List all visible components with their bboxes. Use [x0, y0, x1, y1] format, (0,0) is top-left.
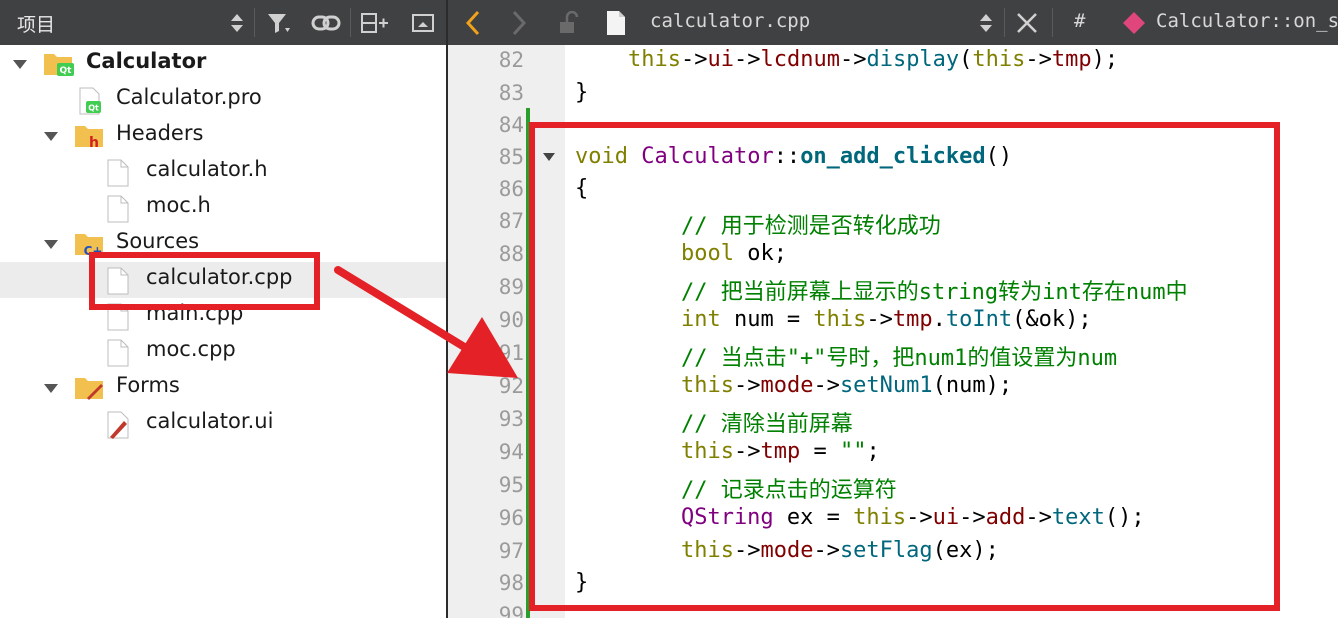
tree-item-forms[interactable]: Forms [0, 370, 446, 406]
svg-text:Qt: Qt [88, 104, 99, 113]
expand-arrow-icon[interactable] [13, 60, 27, 69]
code-text: } [575, 80, 589, 105]
line-number: 98 [498, 571, 524, 595]
line-number: 99 [498, 603, 524, 618]
expand-arrow-icon[interactable] [44, 240, 58, 249]
editor-toolbar: calculator.cpp # Calculator::on_su [448, 0, 1338, 45]
headers-folder-icon: h [74, 123, 106, 153]
tree-item-calculator-pro[interactable]: Qt Calculator.pro [0, 82, 446, 118]
tree-item-calculator-project[interactable]: Qt Calculator [0, 46, 446, 82]
toolbar-divider [1052, 8, 1053, 37]
project-pane-title: 项目 [17, 14, 56, 36]
sort-updown-icon[interactable] [226, 0, 248, 45]
qt-project-folder-icon: Qt [43, 51, 75, 81]
expand-arrow-icon[interactable] [44, 132, 58, 141]
lock-icon[interactable] [554, 0, 584, 45]
file-icon [602, 0, 630, 45]
line-number: 89 [498, 275, 524, 299]
forms-folder-icon [74, 375, 106, 405]
line-number: 91 [498, 341, 524, 365]
current-symbol[interactable]: Calculator::on_su [1156, 10, 1338, 32]
tree-item-label: Calculator [86, 49, 207, 73]
split-add-icon[interactable] [358, 0, 392, 45]
forward-arrow-icon[interactable] [506, 0, 532, 45]
line-number: 82 [498, 48, 524, 72]
code-text: this->ui->lcdnum->display(this->tmp); [575, 47, 1119, 72]
line-number: 87 [498, 209, 524, 233]
link-icon[interactable] [308, 0, 344, 45]
line-number: 92 [498, 374, 524, 398]
svg-text:h: h [89, 135, 99, 149]
back-arrow-icon[interactable] [460, 0, 486, 45]
line-number: 97 [498, 539, 524, 563]
expand-arrow-icon[interactable] [44, 384, 58, 393]
tree-item-label: Forms [116, 373, 180, 397]
file-icon [106, 195, 130, 227]
tree-item-label: calculator.ui [146, 409, 274, 433]
line-number: 85 [498, 145, 524, 169]
line-number: 83 [498, 81, 524, 105]
tree-item-calculator-h[interactable]: calculator.h [0, 154, 446, 190]
line-number: 96 [498, 506, 524, 530]
tree-item-headers[interactable]: h Headers [0, 118, 446, 154]
highlight-box-function [529, 122, 1280, 611]
project-toolbar: 项目 [0, 0, 446, 45]
line-number: 94 [498, 440, 524, 464]
expand-window-icon[interactable] [408, 0, 438, 45]
close-icon[interactable] [1014, 0, 1040, 45]
tree-item-label: calculator.h [146, 157, 268, 181]
code-line: 82 this->ui->lcdnum->display(this->tmp); [448, 45, 1338, 78]
filter-icon[interactable] [262, 0, 296, 45]
tree-item-moc-h[interactable]: moc.h [0, 190, 446, 226]
line-number: 86 [498, 177, 524, 201]
symbol-hash-label[interactable]: # [1074, 10, 1085, 32]
line-number: 93 [498, 407, 524, 431]
line-number: 88 [498, 242, 524, 266]
code-line: 83 } [448, 78, 1338, 111]
tree-item-moc-cpp[interactable]: moc.cpp [0, 334, 446, 370]
symbol-diamond-icon [1120, 0, 1148, 45]
file-icon [106, 339, 130, 371]
highlight-box-file [89, 252, 320, 310]
project-tree: Qt Calculator Qt Calculator.pro h Header… [0, 45, 446, 618]
toolbar-divider [1004, 8, 1005, 37]
toolbar-divider [350, 8, 351, 37]
ui-file-icon [106, 411, 132, 443]
tree-item-label: Calculator.pro [116, 85, 262, 109]
toolbar-divider [254, 8, 255, 37]
sort-updown-icon[interactable] [976, 0, 996, 45]
svg-text:Qt: Qt [60, 66, 73, 76]
line-number: 95 [498, 473, 524, 497]
tree-item-label: Headers [116, 121, 204, 145]
tree-item-calculator-ui[interactable]: calculator.ui [0, 406, 446, 442]
qt-pro-file-icon: Qt [76, 87, 104, 119]
file-icon [106, 159, 130, 191]
tree-item-label: Sources [116, 229, 200, 253]
line-number: 90 [498, 308, 524, 332]
line-number: 84 [498, 113, 524, 137]
current-file-name[interactable]: calculator.cpp [650, 10, 810, 32]
tree-item-label: moc.cpp [146, 337, 236, 361]
tree-item-label: moc.h [146, 193, 211, 217]
